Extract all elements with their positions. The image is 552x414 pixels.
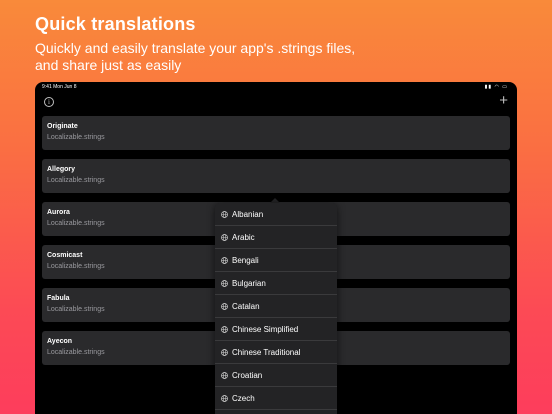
promo-subline-1: Quickly and easily translate your app's …: [35, 40, 356, 56]
file-card-title: Ayecon: [47, 338, 73, 345]
language-label: Arabic: [232, 233, 255, 242]
file-card-allegory[interactable]: Allegory Localizable.strings: [42, 159, 510, 193]
file-card-title: Originate: [47, 123, 78, 130]
promo-subline-2: and share just as easily: [35, 57, 182, 73]
language-label: Albanian: [232, 210, 264, 219]
file-card-filename: Localizable.strings: [47, 220, 105, 227]
language-item-albanian[interactable]: Albanian: [215, 203, 337, 226]
language-label: Croatian: [232, 371, 263, 380]
globe-icon: [221, 349, 228, 356]
language-item-bengali[interactable]: Bengali: [215, 249, 337, 272]
globe-icon: [221, 280, 228, 287]
status-bar: 9:41 Mon Jun 8 ▮▮ ◠ ▭: [35, 82, 517, 92]
language-label: Czech: [232, 394, 255, 403]
file-card-title: Fabula: [47, 295, 70, 302]
file-card-title: Aurora: [47, 209, 70, 216]
add-button[interactable]: +: [499, 93, 508, 108]
plus-icon: +: [499, 92, 508, 109]
file-card-title: Allegory: [47, 166, 76, 173]
promo-headline: Quick translations: [35, 14, 196, 34]
globe-icon: [221, 372, 228, 379]
file-card-filename: Localizable.strings: [47, 177, 105, 184]
language-label: Bulgarian: [232, 279, 266, 288]
status-clock: 9:41: [42, 84, 52, 90]
status-icons: ▮▮ ◠ ▭: [484, 84, 508, 90]
globe-icon: [221, 257, 228, 264]
language-item-catalan[interactable]: Catalan: [215, 295, 337, 318]
file-card-filename: Localizable.strings: [47, 349, 105, 356]
globe-icon: [221, 234, 228, 241]
language-item-chinese-simplified[interactable]: Chinese Simplified: [215, 318, 337, 341]
language-label: Catalan: [232, 302, 260, 311]
globe-icon: [221, 303, 228, 310]
status-date: Mon Jun 8: [53, 84, 77, 90]
file-card-filename: Localizable.strings: [47, 134, 105, 141]
language-item-croatian[interactable]: Croatian: [215, 364, 337, 387]
info-icon: i: [48, 98, 50, 106]
language-item-arabic[interactable]: Arabic: [215, 226, 337, 249]
status-time: 9:41 Mon Jun 8: [42, 84, 76, 90]
language-label: Bengali: [232, 256, 259, 265]
globe-icon: [221, 211, 228, 218]
info-button[interactable]: i: [44, 97, 54, 107]
file-card-filename: Localizable.strings: [47, 263, 105, 270]
language-menu: Albanian Arabic Bengali Bulgarian Catala…: [215, 203, 337, 414]
language-label: Chinese Traditional: [232, 348, 301, 357]
globe-icon: [221, 326, 228, 333]
language-item-bulgarian[interactable]: Bulgarian: [215, 272, 337, 295]
language-label: Chinese Simplified: [232, 325, 299, 334]
language-item-chinese-traditional[interactable]: Chinese Traditional: [215, 341, 337, 364]
language-item-czech[interactable]: Czech: [215, 387, 337, 410]
globe-icon: [221, 395, 228, 402]
file-card-filename: Localizable.strings: [47, 306, 105, 313]
promo-subheadline: Quickly and easily translate your app's …: [35, 40, 395, 74]
file-card-originate[interactable]: Originate Localizable.strings: [42, 116, 510, 150]
file-card-title: Cosmicast: [47, 252, 83, 259]
